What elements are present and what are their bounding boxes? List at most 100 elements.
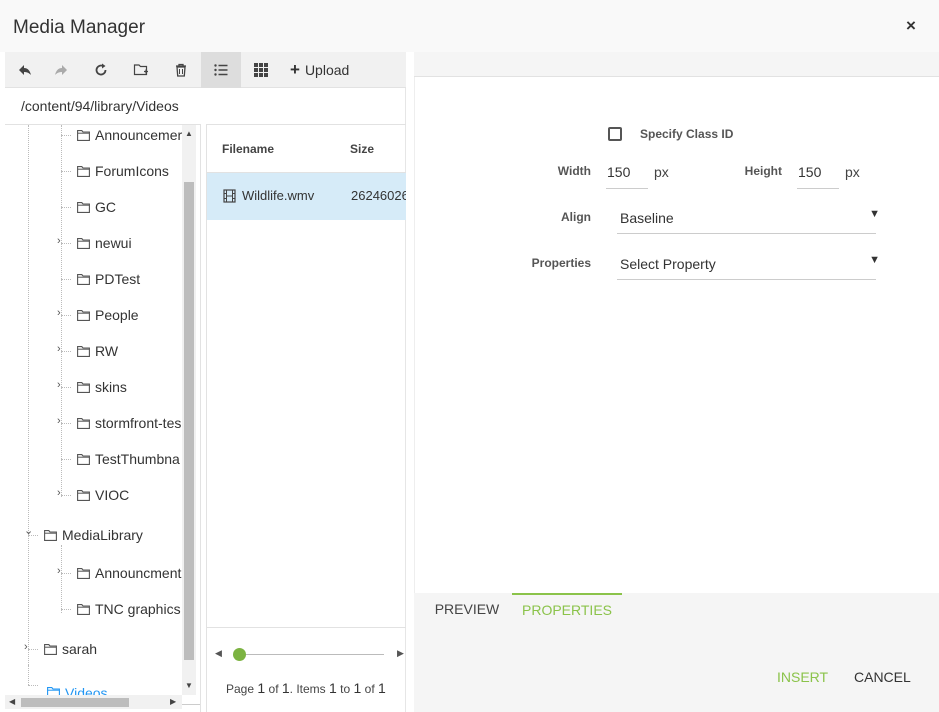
tab-preview[interactable]: PREVIEW xyxy=(414,593,520,625)
expand-arrow-icon[interactable]: › xyxy=(57,415,61,427)
tree-guide xyxy=(61,495,71,496)
scroll-right-icon[interactable]: ▶ xyxy=(170,697,176,706)
tree-node-label: MediaLibrary xyxy=(62,527,143,543)
tree-node-label: stormfront-tes xyxy=(95,415,182,431)
tab-bar: PREVIEW PROPERTIES INSERT CANCEL xyxy=(414,593,939,712)
back-button[interactable] xyxy=(5,52,45,88)
scroll-up-icon[interactable]: ▲ xyxy=(185,129,193,138)
expand-arrow-icon[interactable]: › xyxy=(24,641,28,653)
collapse-arrow-icon[interactable]: ⌄ xyxy=(24,524,33,537)
tree-node-label: TNC graphics xyxy=(95,601,181,617)
width-label: Width xyxy=(557,164,591,178)
tree-node[interactable]: TNC graphics xyxy=(77,599,181,619)
tree-node[interactable]: PDTest xyxy=(77,269,140,289)
width-input[interactable]: 150 xyxy=(606,161,648,189)
dialog-titlebar: Media Manager × xyxy=(0,0,939,52)
file-name: Wildlife.wmv xyxy=(242,188,315,203)
height-label: Height xyxy=(744,164,782,178)
tree-node[interactable]: GC xyxy=(77,197,116,217)
expand-arrow-icon[interactable]: › xyxy=(57,565,61,577)
pager-slider-track[interactable] xyxy=(239,654,384,655)
tree-node[interactable]: People xyxy=(77,305,139,325)
file-name-cell: Wildlife.wmv xyxy=(223,188,314,203)
scroll-left-icon[interactable]: ◀ xyxy=(9,697,15,706)
pager-slider-handle[interactable] xyxy=(233,648,246,661)
folder-icon xyxy=(77,237,90,249)
refresh-icon xyxy=(95,63,107,76)
pager-prev-icon[interactable]: ◀ xyxy=(215,648,222,659)
file-row[interactable]: Wildlife.wmv 26246026 xyxy=(207,173,406,220)
scrollbar-thumb[interactable] xyxy=(21,698,129,707)
tree-node-label: sarah xyxy=(62,641,98,657)
tree-guide xyxy=(61,545,62,613)
tree-node[interactable]: MediaLibrary xyxy=(44,525,143,545)
expand-arrow-icon[interactable]: › xyxy=(57,487,61,499)
refresh-button[interactable] xyxy=(81,52,121,88)
folder-icon xyxy=(77,489,90,501)
new-folder-icon xyxy=(133,64,148,76)
folder-icon xyxy=(77,129,90,141)
folder-icon xyxy=(77,417,90,429)
tree-node[interactable]: skins xyxy=(77,377,127,397)
align-value: Baseline xyxy=(620,210,674,226)
close-icon[interactable]: × xyxy=(906,16,916,36)
list-view-button[interactable] xyxy=(201,52,241,88)
scroll-down-icon[interactable]: ▼ xyxy=(185,681,193,690)
tree-guide xyxy=(61,171,71,172)
tab-properties[interactable]: PROPERTIES xyxy=(512,593,622,625)
tree-node[interactable]: VIOC xyxy=(77,485,129,505)
specify-class-id-checkbox[interactable] xyxy=(608,127,622,141)
tree-node[interactable]: ForumIcons xyxy=(77,161,169,181)
folder-icon xyxy=(77,567,90,579)
tree-node[interactable]: TestThumbna xyxy=(77,449,180,469)
delete-button[interactable] xyxy=(161,52,201,88)
tree-guide xyxy=(61,315,71,316)
tree-node-label: newui xyxy=(95,235,132,251)
tree-node[interactable]: stormfront-tes xyxy=(77,413,181,433)
grid-view-button[interactable] xyxy=(241,52,281,88)
tree-node[interactable]: RW xyxy=(77,341,118,361)
tree-vertical-scrollbar[interactable]: ▲ ▼ xyxy=(182,125,196,695)
upload-button[interactable]: + Upload xyxy=(290,52,349,88)
tree-guide xyxy=(28,665,29,685)
properties-label: Properties xyxy=(531,256,591,270)
tree-guide xyxy=(61,351,71,352)
forward-button[interactable] xyxy=(41,52,81,88)
column-filename[interactable]: Filename xyxy=(222,142,274,156)
properties-select[interactable]: Select Property ▼ xyxy=(617,250,880,280)
align-label: Align xyxy=(561,210,591,224)
file-list: Filename Size Wildlife.wmv 26246026 ◀ ▶ … xyxy=(206,124,406,712)
tree-guide xyxy=(61,387,71,388)
tree-guide xyxy=(28,685,38,686)
plus-icon: + xyxy=(290,60,300,79)
expand-arrow-icon[interactable]: › xyxy=(57,379,61,391)
new-folder-button[interactable] xyxy=(121,52,161,88)
tree-guide xyxy=(28,125,29,665)
video-file-icon xyxy=(223,188,236,203)
trash-icon xyxy=(176,63,186,77)
pager: ◀ ▶ Page 1 of 1. Items 1 to 1 of 1 xyxy=(207,627,406,712)
insert-button[interactable]: INSERT xyxy=(777,669,828,685)
expand-arrow-icon[interactable]: › xyxy=(57,343,61,355)
tree-node[interactable]: Announcemer xyxy=(77,125,182,145)
align-select[interactable]: Baseline ▼ xyxy=(617,204,880,234)
tree-guide xyxy=(61,609,71,610)
height-input[interactable]: 150 xyxy=(797,161,839,189)
tree-node[interactable]: sarah xyxy=(44,639,97,659)
tree-node[interactable]: newui xyxy=(77,233,132,253)
dialog-title: Media Manager xyxy=(13,17,146,38)
tree-node[interactable]: Announcment xyxy=(77,563,181,583)
tree-horizontal-scrollbar[interactable]: ◀ ▶ xyxy=(5,695,182,709)
expand-arrow-icon[interactable]: › xyxy=(57,307,61,319)
tree-node-label: PDTest xyxy=(95,271,141,287)
properties-form: Specify Class ID Width 150 px Height 150… xyxy=(414,77,939,593)
upload-label: Upload xyxy=(304,62,350,78)
column-size[interactable]: Size xyxy=(350,142,374,156)
expand-arrow-icon[interactable]: › xyxy=(57,235,61,247)
cancel-button[interactable]: CANCEL xyxy=(854,669,911,685)
chevron-down-icon: ▼ xyxy=(869,208,880,220)
specify-class-id-label: Specify Class ID xyxy=(640,127,734,141)
tree-node-label: Announcemer xyxy=(95,127,183,143)
scrollbar-thumb[interactable] xyxy=(184,182,194,660)
pager-next-icon[interactable]: ▶ xyxy=(397,648,404,659)
